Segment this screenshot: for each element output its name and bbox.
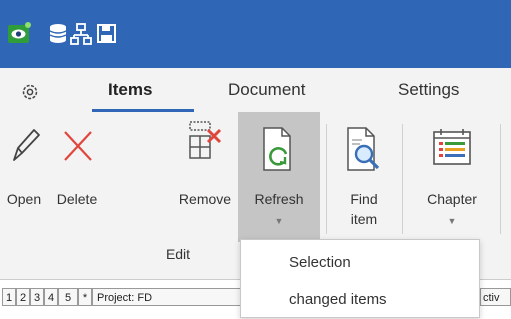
- refresh-document-icon: [258, 126, 298, 179]
- tab-settings[interactable]: Settings: [398, 80, 459, 100]
- ribbon-separator: [326, 124, 327, 234]
- remove-table-icon: [186, 118, 226, 167]
- active-column-header[interactable]: ctiv: [480, 288, 511, 306]
- find-item-button[interactable]: Find item: [330, 112, 398, 242]
- chapter-button[interactable]: Chapter ▼: [408, 112, 496, 242]
- refresh-button[interactable]: Refresh ▼: [238, 112, 320, 242]
- pencil-icon: [8, 126, 42, 171]
- find-item-label-line2: item: [350, 211, 378, 227]
- find-magnifier-icon: [344, 126, 384, 179]
- remove-label: Remove: [178, 191, 232, 207]
- remove-button[interactable]: Remove: [106, 112, 238, 242]
- delete-label: Delete: [56, 191, 98, 207]
- tab-items[interactable]: Items: [108, 80, 152, 100]
- refresh-label: Refresh: [254, 191, 304, 207]
- refresh-dropdown-arrow-icon[interactable]: ▼: [238, 216, 320, 226]
- title-bar: [0, 0, 511, 68]
- dropdown-item-selection[interactable]: Selection: [289, 254, 351, 271]
- level-3-button[interactable]: 3: [30, 288, 44, 306]
- project-column-header[interactable]: Project: FD: [92, 288, 242, 306]
- level-2-button[interactable]: 2: [16, 288, 30, 306]
- open-button[interactable]: Open: [0, 112, 48, 242]
- find-item-label-line1: Find: [350, 191, 378, 207]
- chapter-dropdown-arrow-icon[interactable]: ▼: [408, 216, 496, 226]
- refresh-dropdown-menu: Selection changed items: [240, 239, 480, 318]
- level-4-button[interactable]: 4: [44, 288, 58, 306]
- tab-document[interactable]: Document: [228, 80, 305, 100]
- chapter-list-icon: [430, 126, 474, 175]
- save-icon[interactable]: [95, 22, 119, 46]
- level-5-button[interactable]: 5: [58, 288, 78, 306]
- edit-group-label: Edit: [165, 246, 191, 262]
- dropdown-item-changed-items[interactable]: changed items: [289, 291, 387, 308]
- ribbon-separator: [402, 124, 403, 234]
- settings-gear-icon[interactable]: [20, 82, 40, 107]
- menu-bar: Items Document Settings: [0, 68, 511, 112]
- chapter-label: Chapter: [427, 191, 477, 207]
- delete-button[interactable]: Delete: [48, 112, 106, 242]
- delete-x-icon: [61, 126, 95, 171]
- network-icon[interactable]: [70, 22, 94, 46]
- level-all-button[interactable]: *: [78, 288, 92, 306]
- ribbon-separator: [500, 124, 501, 234]
- app-logo-icon[interactable]: [8, 22, 32, 46]
- level-1-button[interactable]: 1: [2, 288, 16, 306]
- database-icon[interactable]: [46, 22, 70, 46]
- open-label: Open: [6, 191, 42, 207]
